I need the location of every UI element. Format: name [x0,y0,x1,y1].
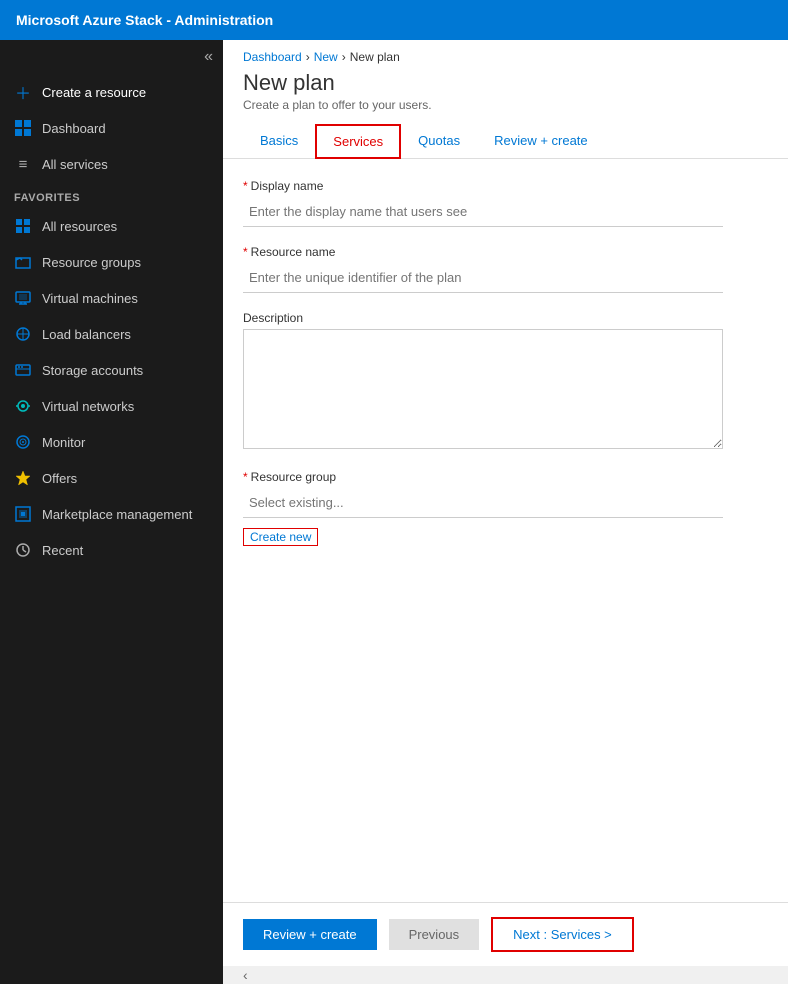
storage-icon [14,361,32,379]
sidebar-item-label: Create a resource [42,85,146,100]
form-area: * Display name * Resource name Descripti… [223,159,788,902]
sidebar-item-label: Storage accounts [42,363,143,378]
sidebar-item-label: All services [42,157,108,172]
sidebar-item-dashboard[interactable]: Dashboard [0,110,223,146]
sidebar-item-recent[interactable]: Recent [0,532,223,568]
tabs: Basics Services Quotas Review + create [223,124,788,159]
sidebar-item-label: Resource groups [42,255,141,270]
page-header: New plan Create a plan to offer to your … [223,64,788,124]
tab-quotas[interactable]: Quotas [401,124,477,159]
list-icon: ≡ [14,155,32,173]
page-title: New plan [243,70,768,96]
breadcrumb: Dashboard › New › New plan [223,40,788,64]
resource-name-input[interactable] [243,263,723,293]
description-label: Description [243,311,768,325]
resource-groups-icon [14,253,32,271]
dashboard-icon [14,119,32,137]
description-textarea[interactable] [243,329,723,449]
content-area: Dashboard › New › New plan New plan Crea… [223,40,788,984]
lb-icon [14,325,32,343]
sidebar-item-load-balancers[interactable]: Load balancers [0,316,223,352]
topbar: Microsoft Azure Stack - Administration [0,0,788,40]
tab-basics[interactable]: Basics [243,124,315,159]
sidebar-item-label: Offers [42,471,77,486]
offers-icon [14,469,32,487]
resource-name-group: * Resource name [243,245,768,293]
plus-icon: ＋ [14,83,32,101]
resource-group-group: * Resource group Create new [243,470,768,546]
sidebar-item-label: Marketplace management [42,507,192,522]
create-new-link[interactable]: Create new [243,528,318,546]
sidebar-item-label: Virtual machines [42,291,138,306]
monitor-icon [14,433,32,451]
sidebar-item-storage-accounts[interactable]: Storage accounts [0,352,223,388]
sidebar: « ＋ Create a resource Dashboard ≡ All se… [0,40,223,984]
scroll-left-icon[interactable]: ‹ [243,967,248,983]
bottom-bar: ‹ [223,966,788,984]
breadcrumb-item-new[interactable]: New [314,50,338,64]
previous-button[interactable]: Previous [389,919,480,950]
sidebar-item-monitor[interactable]: Monitor [0,424,223,460]
display-name-group: * Display name [243,179,768,227]
recent-icon [14,541,32,559]
resource-name-label: * Resource name [243,245,768,259]
vm-icon [14,289,32,307]
sidebar-collapse-button[interactable]: « [0,40,223,74]
sidebar-item-virtual-networks[interactable]: Virtual networks [0,388,223,424]
vnet-icon [14,397,32,415]
sidebar-item-label: Monitor [42,435,85,450]
resource-group-label: * Resource group [243,470,768,484]
all-resources-icon [14,217,32,235]
resource-group-input[interactable] [243,488,723,518]
sidebar-item-all-services[interactable]: ≡ All services [0,146,223,182]
topbar-title: Microsoft Azure Stack - Administration [16,12,273,28]
favorites-label: FAVORITES [0,182,223,208]
sidebar-item-marketplace[interactable]: Marketplace management [0,496,223,532]
next-services-button[interactable]: Next : Services > [491,917,634,952]
display-name-input[interactable] [243,197,723,227]
sidebar-item-offers[interactable]: Offers [0,460,223,496]
sidebar-item-create-resource[interactable]: ＋ Create a resource [0,74,223,110]
footer: Review + create Previous Next : Services… [223,902,788,966]
sidebar-item-virtual-machines[interactable]: Virtual machines [0,280,223,316]
display-name-label: * Display name [243,179,768,193]
page-subtitle: Create a plan to offer to your users. [243,98,768,112]
marketplace-icon [14,505,32,523]
sidebar-item-label: All resources [42,219,117,234]
tab-services[interactable]: Services [315,124,401,159]
sidebar-item-label: Virtual networks [42,399,134,414]
sidebar-item-resource-groups[interactable]: Resource groups [0,244,223,280]
sidebar-item-all-resources[interactable]: All resources [0,208,223,244]
breadcrumb-item-dashboard[interactable]: Dashboard [243,50,302,64]
sidebar-item-label: Recent [42,543,83,558]
sidebar-item-label: Load balancers [42,327,131,342]
sidebar-item-label: Dashboard [42,121,106,136]
breadcrumb-item-current: New plan [350,50,400,64]
tab-review-create[interactable]: Review + create [477,124,605,159]
review-create-button[interactable]: Review + create [243,919,377,950]
description-group: Description [243,311,768,452]
